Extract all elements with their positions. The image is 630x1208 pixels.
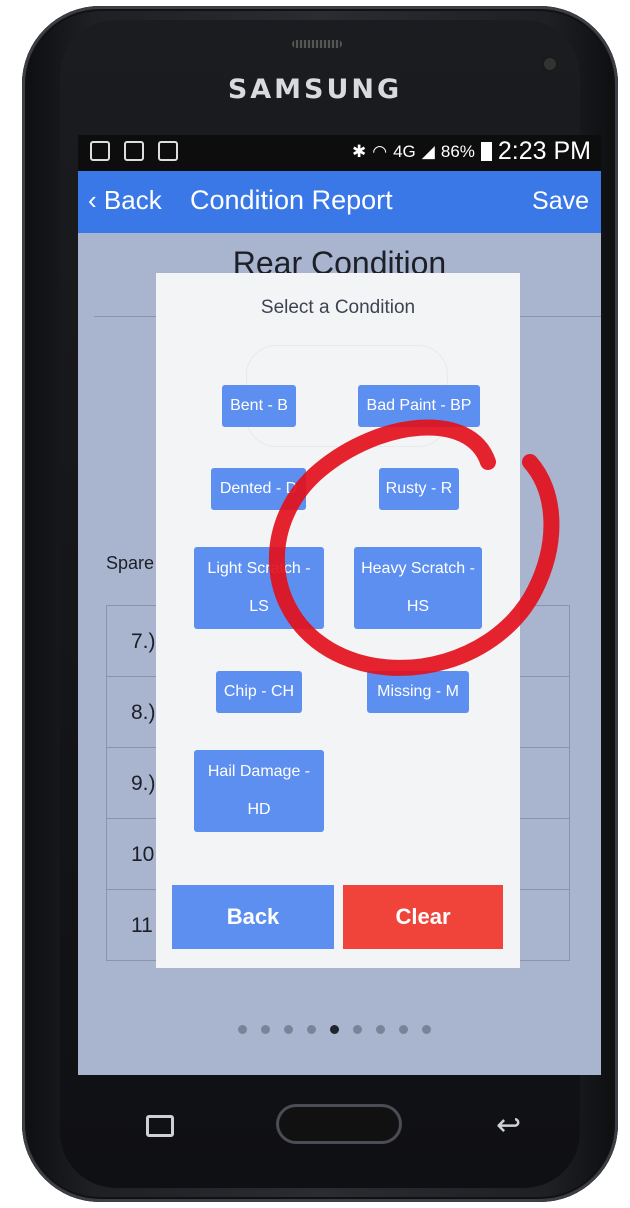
chevron-left-icon: ‹ xyxy=(88,185,97,215)
condition-bent-button[interactable]: Bent - B xyxy=(222,385,296,427)
battery-icon xyxy=(480,142,492,161)
spare-tire-label: Spare xyxy=(106,553,155,573)
status-bar: ✱ ◠ 4G ◢ 86% 2:23 PM xyxy=(78,135,601,171)
dialog-back-button[interactable]: Back xyxy=(172,885,334,949)
app-header: ‹ Back Condition Report Save xyxy=(78,171,601,233)
pager-dot[interactable] xyxy=(330,1025,339,1034)
condition-dialog: Select a Condition Bent - B Bad Paint - … xyxy=(156,273,520,968)
condition-dented-button[interactable]: Dented - D xyxy=(211,468,306,510)
brand-logo: SAMSUNG xyxy=(227,74,403,105)
clear-button[interactable]: Clear xyxy=(343,885,503,949)
back-button[interactable]: ‹ Back xyxy=(88,185,162,216)
earpiece-speaker xyxy=(292,40,342,48)
network-type: 4G xyxy=(393,141,416,161)
page-title: Condition Report xyxy=(190,185,393,215)
screen: ✱ ◠ 4G ◢ 86% 2:23 PM ‹ Back Condition Re… xyxy=(78,135,601,1075)
pager-dot[interactable] xyxy=(261,1025,270,1034)
home-button[interactable] xyxy=(276,1104,402,1144)
battery-percent: 86% xyxy=(440,141,475,161)
pager-dot[interactable] xyxy=(353,1025,362,1034)
condition-hail-damage-button[interactable]: Hail Damage - HD xyxy=(194,750,324,832)
nfl-notification-icon xyxy=(124,141,144,161)
voicemail-notification-icon xyxy=(90,141,110,161)
pager-dot[interactable] xyxy=(307,1025,316,1034)
pager-dot[interactable] xyxy=(376,1025,385,1034)
condition-missing-button[interactable]: Missing - M xyxy=(367,671,469,713)
recent-apps-icon[interactable] xyxy=(146,1115,174,1137)
back-arrow-icon[interactable]: ↩ xyxy=(496,1108,521,1143)
pager-dot[interactable] xyxy=(422,1025,431,1034)
bluetooth-icon: ✱ xyxy=(352,141,367,161)
signal-icon: ◢ xyxy=(421,141,435,161)
pager-dot[interactable] xyxy=(238,1025,247,1034)
pager-dot[interactable] xyxy=(284,1025,293,1034)
save-button[interactable]: Save xyxy=(532,187,589,216)
condition-bad-paint-button[interactable]: Bad Paint - BP xyxy=(358,385,480,427)
dialog-title: Select a Condition xyxy=(260,297,416,318)
wifi-icon: ◠ xyxy=(372,141,388,161)
clock: 2:23 PM xyxy=(497,137,591,165)
page-indicator[interactable] xyxy=(238,1025,431,1034)
condition-rusty-button[interactable]: Rusty - R xyxy=(379,468,459,510)
condition-heavy-scratch-button[interactable]: Heavy Scratch - HS xyxy=(354,547,482,629)
pager-dot[interactable] xyxy=(399,1025,408,1034)
condition-light-scratch-button[interactable]: Light Scratch - LS xyxy=(194,547,324,629)
clipboard-notification-icon xyxy=(158,141,178,161)
condition-chip-button[interactable]: Chip - CH xyxy=(216,671,302,713)
front-camera xyxy=(544,58,556,70)
